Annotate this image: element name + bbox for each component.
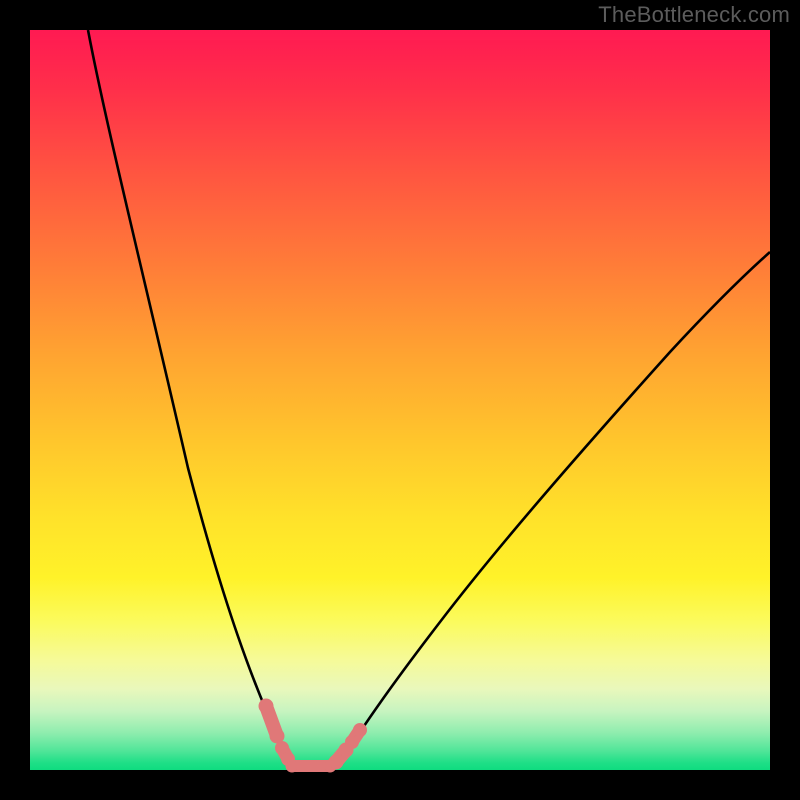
watermark-text: TheBottleneck.com: [598, 2, 790, 28]
right-curve-path: [332, 252, 770, 768]
left-curve-path: [88, 30, 308, 768]
plot-area: [30, 30, 770, 770]
notch-markers-group: [259, 699, 367, 772]
chart-container: TheBottleneck.com: [0, 0, 800, 800]
curves-svg: [30, 30, 770, 770]
